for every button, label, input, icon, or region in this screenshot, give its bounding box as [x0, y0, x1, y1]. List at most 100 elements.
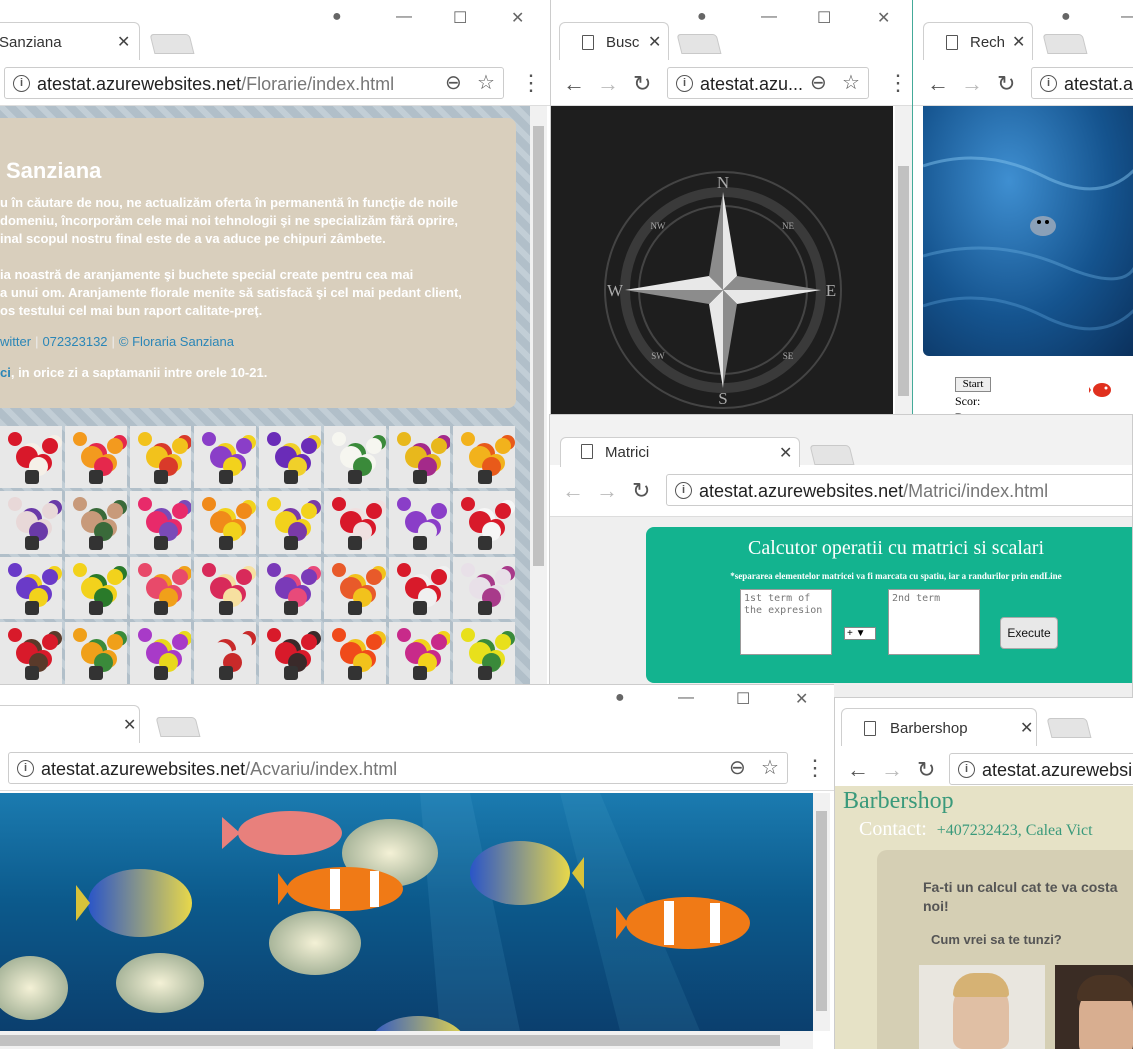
scrollbar[interactable] — [530, 106, 547, 684]
new-tab-button[interactable] — [1046, 718, 1092, 738]
bouquet-thumbnail[interactable] — [194, 426, 256, 489]
address-bar[interactable]: i atestat.azurewebsites.net/Acvariu/inde… — [8, 752, 788, 784]
minimize-icon[interactable]: — — [678, 689, 694, 707]
tab-rechin[interactable]: Rech ✕ — [923, 22, 1033, 60]
bouquet-thumbnail[interactable] — [129, 491, 192, 554]
copyright-link[interactable]: © Floraria Sanziana — [119, 334, 234, 349]
close-icon[interactable]: ✕ — [1020, 718, 1033, 738]
reload-icon[interactable]: ↻ — [633, 71, 651, 97]
maximize-icon[interactable]: ☐ — [453, 8, 467, 28]
address-bar[interactable]: i atestat.azu... ⊖ ☆ — [667, 67, 869, 99]
back-icon[interactable]: ← — [927, 71, 949, 97]
bouquet-thumbnail[interactable] — [323, 491, 386, 554]
first-term-input[interactable]: 1st term of the expresion — [740, 589, 832, 655]
bouquet-thumbnail[interactable] — [453, 491, 515, 554]
bouquet-thumbnail[interactable] — [388, 491, 451, 554]
bouquet-thumbnail[interactable] — [453, 621, 515, 684]
info-icon[interactable]: i — [675, 482, 692, 499]
bouquet-thumbnail[interactable] — [64, 491, 127, 554]
close-icon[interactable]: ✕ — [117, 32, 130, 52]
account-icon[interactable]: ● — [1061, 8, 1071, 26]
menu-icon[interactable]: ⋮ — [520, 70, 542, 96]
scroll-thumb[interactable] — [0, 1035, 780, 1046]
start-button[interactable]: Start — [955, 377, 991, 392]
bouquet-thumbnail[interactable] — [388, 621, 451, 684]
zoom-icon[interactable]: ⊖ — [445, 70, 462, 95]
horizontal-scrollbar[interactable] — [0, 1031, 813, 1049]
tab-matrici[interactable]: Matrici ✕ — [560, 437, 800, 467]
info-icon[interactable]: i — [1040, 75, 1057, 92]
new-tab-button[interactable] — [155, 717, 201, 737]
maximize-icon[interactable]: ☐ — [736, 689, 750, 709]
info-icon[interactable]: i — [13, 75, 30, 92]
minimize-icon[interactable]: — — [761, 8, 777, 26]
operator-select[interactable]: + ▼ — [844, 627, 876, 640]
bouquet-thumbnail[interactable] — [323, 556, 386, 619]
back-icon[interactable]: ← — [563, 71, 585, 97]
close-window-icon[interactable]: ✕ — [877, 8, 890, 28]
haircut-option[interactable] — [1055, 965, 1133, 1049]
hours-link[interactable]: ci — [0, 365, 11, 380]
new-tab-button[interactable] — [149, 34, 195, 54]
minimize-icon[interactable]: — — [396, 8, 412, 26]
back-icon[interactable]: ← — [562, 478, 584, 504]
menu-icon[interactable]: ⋮ — [804, 755, 826, 781]
back-icon[interactable]: ← — [847, 757, 869, 783]
bouquet-thumbnail[interactable] — [129, 621, 192, 684]
haircut-option[interactable] — [919, 965, 1045, 1049]
bouquet-thumbnail[interactable] — [194, 556, 256, 619]
info-icon[interactable]: i — [17, 760, 34, 777]
bouquet-thumbnail[interactable] — [0, 426, 62, 489]
bouquet-thumbnail[interactable] — [259, 621, 321, 684]
close-icon[interactable]: ✕ — [779, 443, 792, 463]
scroll-thumb[interactable] — [533, 126, 544, 566]
bouquet-thumbnail[interactable] — [64, 556, 127, 619]
scrollbar[interactable] — [895, 106, 912, 414]
reload-icon[interactable]: ↻ — [917, 757, 935, 783]
account-icon[interactable]: ● — [615, 689, 625, 707]
bouquet-thumbnail[interactable] — [323, 621, 386, 684]
bouquet-thumbnail[interactable] — [453, 426, 515, 489]
new-tab-button[interactable] — [676, 34, 722, 54]
minimize-icon[interactable]: — — [1121, 8, 1133, 26]
bouquet-thumbnail[interactable] — [259, 491, 321, 554]
bouquet-thumbnail[interactable] — [388, 556, 451, 619]
twitter-link[interactable]: witter — [0, 334, 31, 349]
reload-icon[interactable]: ↻ — [632, 478, 650, 504]
bouquet-thumbnail[interactable] — [259, 426, 321, 489]
close-window-icon[interactable]: ✕ — [795, 689, 808, 709]
address-bar[interactable]: i atestat.azurewebsites.net/Matrici/inde… — [666, 474, 1132, 506]
zoom-icon[interactable]: ⊖ — [729, 755, 746, 780]
tab-busola[interactable]: Busc ✕ — [559, 22, 669, 60]
forward-icon[interactable]: → — [596, 478, 618, 504]
close-icon[interactable]: ✕ — [1012, 32, 1025, 52]
scrollbar[interactable] — [813, 793, 830, 1031]
bouquet-thumbnail[interactable] — [0, 491, 62, 554]
bouquet-thumbnail[interactable] — [259, 556, 321, 619]
phone-link[interactable]: 072323132 — [42, 334, 107, 349]
bouquet-thumbnail[interactable] — [388, 426, 451, 489]
maximize-icon[interactable]: ☐ — [817, 8, 831, 28]
scroll-thumb[interactable] — [898, 166, 909, 396]
bouquet-thumbnail[interactable] — [0, 556, 62, 619]
zoom-icon[interactable]: ⊖ — [810, 70, 827, 95]
bouquet-thumbnail[interactable] — [194, 491, 256, 554]
address-bar[interactable]: i atestat.az — [1031, 67, 1133, 99]
new-tab-button[interactable] — [1042, 34, 1088, 54]
account-icon[interactable]: ● — [697, 8, 707, 26]
bouquet-thumbnail[interactable] — [453, 556, 515, 619]
forward-icon[interactable]: → — [881, 757, 903, 783]
bouquet-thumbnail[interactable] — [0, 621, 62, 684]
bouquet-thumbnail[interactable] — [64, 426, 127, 489]
bouquet-thumbnail[interactable] — [129, 556, 192, 619]
new-tab-button[interactable] — [809, 445, 855, 465]
tab-floraria[interactable]: Sanziana ✕ — [0, 22, 140, 60]
star-icon[interactable]: ☆ — [842, 70, 860, 95]
reload-icon[interactable]: ↻ — [997, 71, 1015, 97]
close-icon[interactable]: ✕ — [123, 715, 136, 735]
account-icon[interactable]: ● — [332, 8, 342, 26]
scroll-thumb[interactable] — [816, 811, 827, 1011]
tab-acvariu[interactable]: ✕ — [0, 705, 140, 743]
info-icon[interactable]: i — [676, 75, 693, 92]
star-icon[interactable]: ☆ — [477, 70, 495, 95]
